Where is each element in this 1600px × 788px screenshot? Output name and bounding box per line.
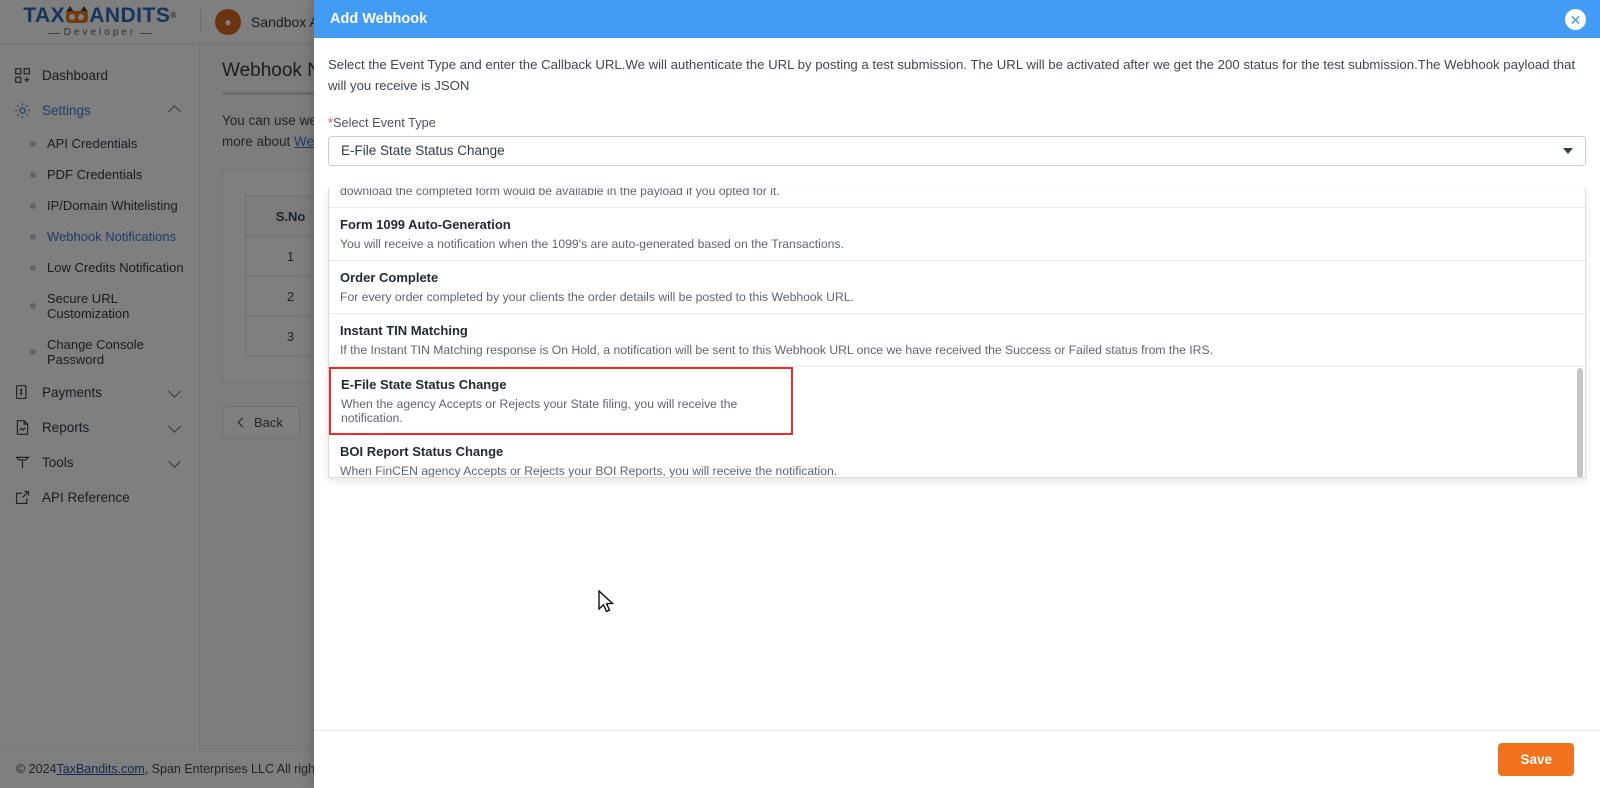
dropdown-option-title: E-File State Status Change bbox=[341, 377, 507, 392]
event-type-selected-value: E-File State Status Change bbox=[341, 143, 505, 159]
modal-footer: Save bbox=[314, 730, 1600, 788]
dropdown-option-form-1099-auto-generation[interactable]: Form 1099 Auto-Generation You will recei… bbox=[329, 208, 1585, 261]
dropdown-option-boi-report-status-change[interactable]: BOI Report Status Change When FinCEN age… bbox=[329, 435, 1585, 478]
modal-description: Select the Event Type and enter the Call… bbox=[328, 57, 1576, 94]
dropdown-option-partial[interactable]: download the completed form would be ava… bbox=[329, 188, 1585, 208]
add-webhook-modal: Add Webhook ✕ Select the Event Type and … bbox=[314, 0, 1600, 788]
dropdown-option-title: Form 1099 Auto-Generation bbox=[340, 217, 511, 232]
dropdown-option-instant-tin-matching[interactable]: Instant TIN Matching If the Instant TIN … bbox=[329, 314, 1585, 367]
dropdown-option-desc: When the agency Accepts or Rejects your … bbox=[341, 397, 738, 425]
dropdown-option-desc: You will receive a notification when the… bbox=[340, 237, 844, 251]
dropdown-option-partial-text: download the completed form would be ava… bbox=[340, 188, 780, 198]
dropdown-option-title: Order Complete bbox=[340, 270, 439, 285]
field-label-text: Select Event Type bbox=[332, 114, 436, 130]
dropdown-scrollbar[interactable] bbox=[1577, 368, 1583, 477]
dropdown-option-desc: If the Instant TIN Matching response is … bbox=[340, 343, 1213, 357]
modal-body: Select the Event Type and enter the Call… bbox=[314, 38, 1600, 730]
dropdown-option-order-complete[interactable]: Order Complete For every order completed… bbox=[329, 261, 1585, 314]
dropdown-option-title: Instant TIN Matching bbox=[340, 323, 468, 338]
modal-title: Add Webhook bbox=[330, 11, 428, 27]
save-button[interactable]: Save bbox=[1498, 743, 1574, 776]
select-event-type-label: *Select Event Type bbox=[328, 115, 1586, 130]
dropdown-option-efile-state-status-change[interactable]: E-File State Status Change When the agen… bbox=[329, 367, 793, 435]
close-icon[interactable]: ✕ bbox=[1565, 9, 1586, 30]
dropdown-option-title: BOI Report Status Change bbox=[340, 444, 504, 459]
chevron-down-icon bbox=[1563, 147, 1573, 154]
modal-header: Add Webhook ✕ bbox=[314, 0, 1600, 38]
dropdown-option-desc: When FinCEN agency Accepts or Rejects yo… bbox=[340, 464, 838, 478]
event-type-dropdown[interactable]: download the completed form would be ava… bbox=[328, 188, 1586, 478]
dropdown-option-desc: For every order completed by your client… bbox=[340, 290, 854, 304]
event-type-select[interactable]: E-File State Status Change bbox=[328, 135, 1586, 166]
